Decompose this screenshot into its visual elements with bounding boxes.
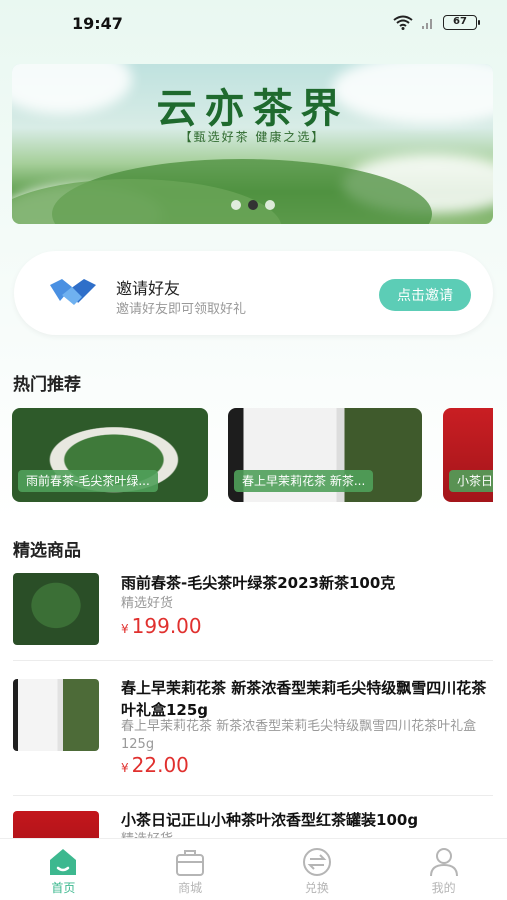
divider bbox=[13, 660, 493, 661]
banner-carousel[interactable]: 云亦茶界 【甄选好茶 健康之选】 bbox=[12, 64, 493, 224]
invite-button[interactable]: 点击邀请 bbox=[379, 279, 471, 311]
tab-profile[interactable]: 我的 bbox=[380, 839, 507, 900]
hot-carousel[interactable]: 雨前春茶-毛尖茶叶绿... 春上早茉莉花茶 新茶... 小茶日 bbox=[12, 408, 493, 504]
hot-item-caption: 春上早茉莉花茶 新茶... bbox=[234, 470, 374, 492]
price-value: 199.00 bbox=[131, 614, 202, 638]
wifi-icon bbox=[393, 15, 413, 30]
exchange-icon bbox=[302, 848, 331, 876]
tab-exchange[interactable]: 兑换 bbox=[254, 839, 381, 900]
carousel-dot[interactable] bbox=[264, 200, 275, 210]
product-name: 小茶日记正山小种茶叶浓香型红茶罐装100g bbox=[121, 811, 419, 829]
tab-label: 我的 bbox=[431, 881, 456, 895]
product-thumbnail bbox=[13, 679, 99, 751]
product-thumbnail bbox=[13, 573, 99, 645]
product-price: ¥22.00 bbox=[121, 753, 189, 777]
user-icon bbox=[429, 848, 458, 877]
battery-icon: 67 bbox=[443, 15, 480, 30]
status-icons: 67 bbox=[393, 15, 480, 30]
tab-label: 商城 bbox=[178, 881, 203, 895]
product-name: 春上早茉莉花茶 新茶浓香型茉莉毛尖特级飘雪四川花茶叶礼盒125g bbox=[121, 679, 487, 719]
invite-description: 邀请好友即可领取好礼 bbox=[116, 302, 247, 317]
invite-title: 邀请好友 bbox=[116, 279, 181, 298]
tab-home[interactable]: 首页 bbox=[0, 839, 127, 900]
product-name: 雨前春茶-毛尖茶叶绿茶2023新茶100克 bbox=[121, 574, 396, 592]
status-bar: 19:47 67 bbox=[0, 0, 507, 46]
section-title-hot: 热门推荐 bbox=[13, 375, 81, 395]
bag-icon bbox=[176, 850, 205, 876]
signal-icon bbox=[422, 18, 432, 29]
product-price: ¥199.00 bbox=[121, 614, 202, 638]
carousel-dot-active[interactable] bbox=[247, 200, 258, 210]
hot-item[interactable]: 小茶日 bbox=[443, 408, 493, 502]
tab-label: 首页 bbox=[51, 881, 76, 895]
banner-subtitle: 【甄选好茶 健康之选】 bbox=[179, 130, 326, 144]
carousel-dot[interactable] bbox=[230, 200, 241, 210]
product-description: 春上早茉莉花茶 新茶浓香型茉莉毛尖特级飘雪四川花茶叶礼盒125g bbox=[121, 719, 477, 752]
bottom-tab-bar: 首页 商城 兑换 我的 bbox=[0, 838, 507, 900]
carousel-indicator bbox=[230, 200, 275, 210]
price-value: 22.00 bbox=[131, 753, 189, 777]
currency-symbol: ¥ bbox=[121, 761, 129, 775]
product-description: 精选好货 bbox=[121, 596, 174, 611]
hot-item[interactable]: 雨前春茶-毛尖茶叶绿... bbox=[12, 408, 208, 502]
tab-label: 兑换 bbox=[304, 881, 329, 895]
status-time: 19:47 bbox=[72, 14, 123, 33]
currency-symbol: ¥ bbox=[121, 622, 129, 636]
hot-item-caption: 小茶日 bbox=[449, 470, 493, 492]
tab-mall[interactable]: 商城 bbox=[127, 839, 254, 900]
divider bbox=[13, 795, 493, 796]
section-title-featured: 精选商品 bbox=[13, 541, 81, 561]
invite-card[interactable]: 邀请好友 邀请好友即可领取好礼 点击邀请 bbox=[14, 251, 493, 335]
banner-title: 云亦茶界 bbox=[156, 85, 349, 132]
hot-item-caption: 雨前春茶-毛尖茶叶绿... bbox=[18, 470, 158, 492]
home-icon bbox=[50, 849, 77, 875]
hot-item[interactable]: 春上早茉莉花茶 新茶... bbox=[228, 408, 422, 502]
handshake-icon bbox=[50, 279, 96, 305]
